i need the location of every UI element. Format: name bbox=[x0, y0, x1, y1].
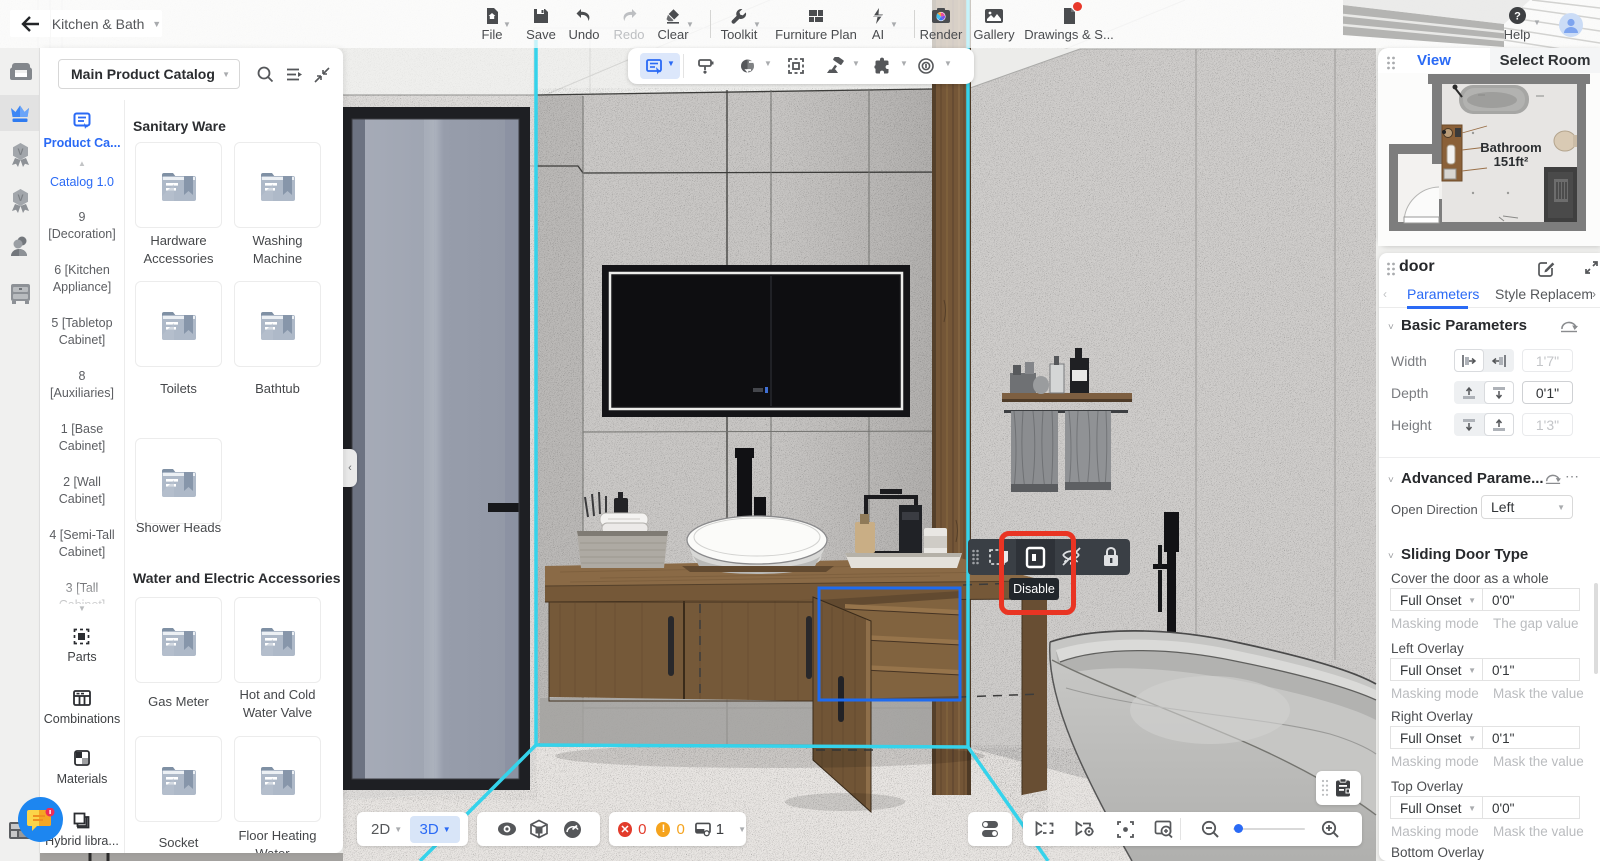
svg-text:?: ? bbox=[1514, 11, 1521, 23]
svg-text:V: V bbox=[17, 147, 23, 157]
svg-text:151ft²: 151ft² bbox=[1494, 154, 1529, 169]
svg-text:V: V bbox=[17, 193, 23, 203]
svg-text:Bathroom: Bathroom bbox=[1480, 140, 1541, 155]
